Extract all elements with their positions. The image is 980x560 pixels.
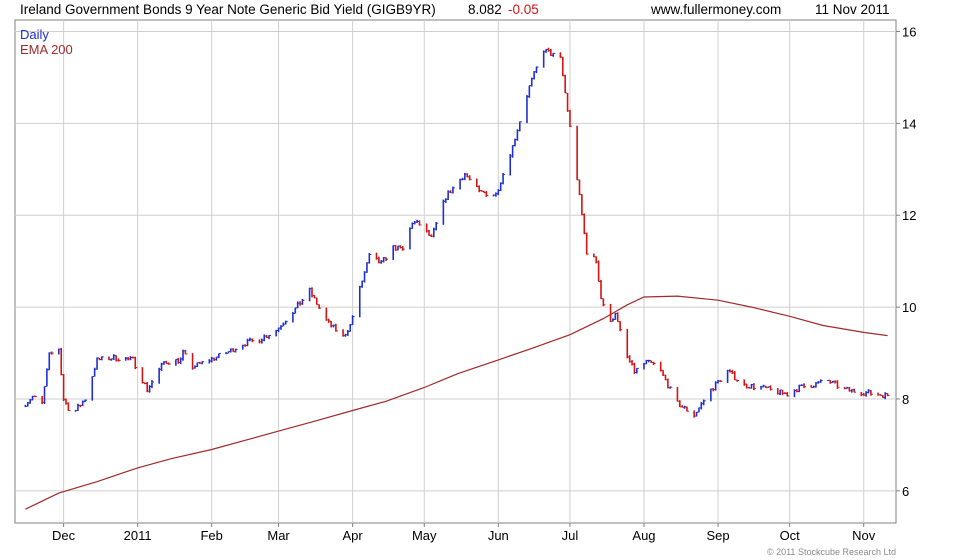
legend-entry: Daily (20, 27, 49, 42)
y-tick-label: 6 (902, 484, 909, 499)
x-tick-label: Dec (52, 528, 76, 543)
price-chart: 6 8 10 12 14 16 Dec 2011 Feb Mar Apr May Jun Jul Aug Se… (14, 19, 916, 543)
x-tick-label: May (412, 528, 437, 543)
x-tick-label: Mar (267, 528, 290, 543)
plot-area (14, 19, 897, 524)
x-tick-label: Nov (852, 528, 876, 543)
x-tick-label: 2011 (124, 528, 152, 543)
x-tick-label: Jul (562, 528, 579, 543)
legend-entry: EMA 200 (20, 42, 73, 57)
y-tick-label: 16 (902, 24, 916, 39)
x-tick-label: Aug (632, 528, 655, 543)
y-tick-label: 10 (902, 300, 916, 315)
x-tick-label: Jun (488, 528, 509, 543)
y-tick-label: 8 (902, 392, 909, 407)
y-tick-label: 12 (902, 208, 916, 223)
y-tick-label: 14 (902, 116, 916, 131)
x-tick-label: Sep (706, 528, 729, 543)
x-tick-label: Apr (342, 528, 363, 543)
x-tick-label: Oct (780, 528, 801, 543)
copyright-credit: © 2011 Stockcube Research Ltd (766, 547, 896, 557)
x-tick-label: Feb (200, 528, 222, 543)
